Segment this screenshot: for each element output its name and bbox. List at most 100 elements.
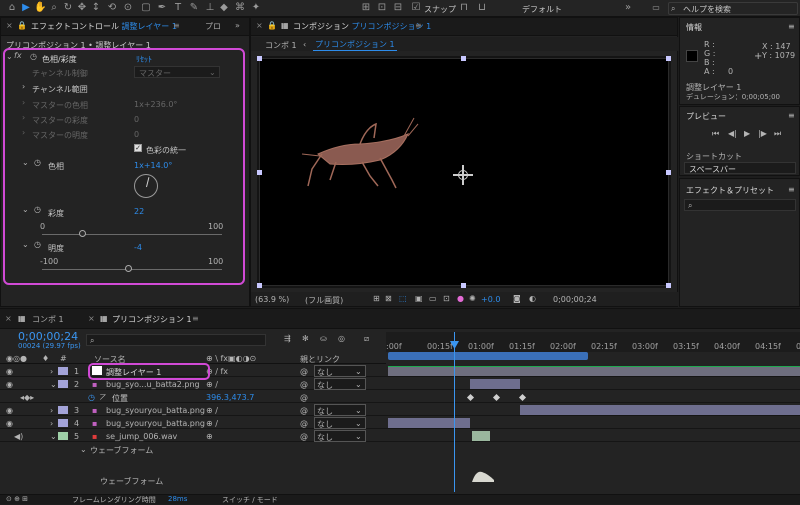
close-tab-icon[interactable]: × [5, 314, 12, 323]
parent-pickwhip-icon[interactable]: @ [300, 432, 308, 441]
layer-row-2[interactable]: ◉ ⌄ 2 ▪ bug_syo...u_batta2.png ⊕ ∕ @ なし ⌄ [0, 378, 800, 390]
layer-bar[interactable] [388, 418, 470, 428]
close-tab-icon[interactable]: × [88, 314, 95, 323]
playhead-line[interactable] [454, 332, 455, 492]
collapse-arrow-icon[interactable]: › [22, 128, 25, 137]
prev-frame-icon[interactable]: ◀| [728, 129, 737, 138]
channel-control-select[interactable]: マスター ⌄ [134, 66, 220, 78]
lightness-value[interactable]: -4 [134, 243, 142, 252]
waveform-group-row[interactable]: ⌄ ウェーブフォーム [0, 443, 386, 455]
label-color-swatch[interactable] [58, 432, 68, 440]
draft3d-icon[interactable]: ✻ [302, 334, 309, 343]
saturation-value[interactable]: 22 [134, 207, 144, 216]
lock-icon[interactable]: 🔒 [17, 21, 27, 30]
parent-select[interactable]: なし ⌄ [314, 404, 366, 416]
parent-pickwhip-icon[interactable]: @ [300, 367, 308, 376]
layer-handle[interactable] [666, 283, 671, 288]
collapse-arrow-icon[interactable]: ⌄ [22, 205, 29, 214]
stopwatch-icon[interactable]: ◷ [34, 158, 41, 167]
expand-arrow-icon[interactable]: ⌄ [50, 432, 57, 441]
tab-precomp1[interactable]: プリコンポジション 1 [112, 314, 192, 325]
shy-icon[interactable]: ⛀ [320, 334, 327, 343]
region-icon[interactable]: ⊞ [373, 294, 380, 303]
close-tab-icon[interactable]: × [256, 21, 263, 30]
lock-icon[interactable]: 🔒 [267, 21, 277, 30]
tab-comp1[interactable]: コンポ 1 [32, 314, 64, 325]
layer-handle[interactable] [461, 283, 466, 288]
expression-pickwhip-icon[interactable]: @ [300, 393, 308, 402]
presets-search-input[interactable]: ⌕ [684, 199, 796, 211]
3d-view-icon[interactable]: ▭ [429, 294, 437, 303]
switches-icons[interactable]: ⊕ ∕ [206, 406, 218, 415]
switches-icons[interactable]: ⊕ ∕ [206, 380, 218, 389]
stopwatch-icon[interactable]: ◷ [34, 205, 41, 214]
pan-tool-icon[interactable]: ✥ [76, 2, 88, 14]
label-color-swatch[interactable] [58, 406, 68, 414]
zoom-tool-icon[interactable]: ⌕ [48, 2, 60, 14]
expand-arrow-icon[interactable]: › [50, 367, 53, 376]
tab-project[interactable]: プロ [205, 21, 221, 32]
show-snapshot-icon[interactable]: ◐ [529, 294, 536, 303]
graph-icon[interactable]: ⦢ [100, 393, 106, 403]
parent-pickwhip-icon[interactable]: @ [300, 406, 308, 415]
collapse-arrow-icon[interactable]: ⌄ [22, 240, 29, 249]
more-workspaces-icon[interactable]: » [622, 2, 634, 14]
comp-viewer-area[interactable] [257, 56, 671, 288]
snap-edges-icon[interactable]: ⊔ [476, 2, 488, 14]
eye-icon[interactable]: ◉ [6, 367, 13, 376]
crumb-comp1[interactable]: コンポ 1 [265, 40, 297, 51]
orbit-tool-icon[interactable]: ↻ [62, 2, 74, 14]
help-search-box[interactable]: ⌕ ヘルプを検索 [668, 2, 798, 15]
parent-pickwhip-icon[interactable]: @ [300, 380, 308, 389]
hand-tool-icon[interactable]: ✋ [34, 2, 46, 14]
audio-speaker-icon[interactable]: ◀) [14, 432, 23, 441]
comp-timecode[interactable]: 0;00;00;24 [553, 295, 597, 304]
shortcut-select[interactable]: スペースバー [684, 162, 796, 174]
puppet-tool-icon[interactable]: ✦ [250, 2, 262, 14]
zoom-select[interactable]: (63.9 %) [255, 295, 289, 304]
layer-name[interactable]: bug_syouryou_batta.png [106, 419, 205, 428]
eye-icon[interactable]: ◉ [6, 380, 13, 389]
layer-name[interactable]: se_jump_006.wav [106, 432, 177, 441]
close-tab-icon[interactable]: × [6, 21, 13, 30]
snapshot-icon[interactable]: ◙ [513, 294, 521, 303]
anchor-tool-icon[interactable]: ⊙ [122, 2, 134, 14]
exposure-value[interactable]: +0.0 [481, 295, 500, 304]
comp-mini-icon[interactable]: ⇶ [284, 334, 291, 343]
parent-select[interactable]: なし ⌄ [314, 365, 366, 377]
workspace-label[interactable]: デフォルト [522, 4, 562, 15]
property-row-position[interactable]: ◂◆▸ ◷ ⦢ 位置 396.3,473.7 @ [0, 391, 800, 403]
fx-icon[interactable]: fx [14, 51, 22, 60]
layer-row-5[interactable]: ◀) ⌄ 5 ▪ se_jump_006.wav ⊕ @ なし ⌄ [0, 430, 800, 442]
exposure-icon[interactable]: ✺ [469, 294, 476, 303]
rotate-tool-icon[interactable]: ⟲ [106, 2, 118, 14]
axis-world-icon[interactable]: ⊡ [376, 2, 388, 14]
parent-select[interactable]: なし ⌄ [314, 417, 366, 429]
footer-icons[interactable]: ⊙ ⊕ ⊞ [6, 495, 28, 503]
tab-composition[interactable]: コンポジション プリコンポジション 1 [293, 21, 431, 32]
collapse-arrow-icon[interactable]: › [22, 82, 25, 91]
layer-handle[interactable] [666, 56, 671, 61]
workspace-menu-icon[interactable]: ▭ [648, 2, 664, 14]
snap-options-icon[interactable]: ⊓ [458, 2, 470, 14]
layer-handle[interactable] [461, 56, 466, 61]
parent-link-header[interactable]: 親とリンク [300, 354, 340, 365]
parent-pickwhip-icon[interactable]: @ [300, 419, 308, 428]
tab-menu-icon[interactable]: ≡ [415, 21, 422, 30]
keyframe[interactable] [466, 393, 475, 402]
mask-icon[interactable]: ⬚ [399, 294, 407, 303]
expand-arrow-icon[interactable]: ⌄ [80, 445, 87, 454]
selection-tool-icon[interactable]: ▶ [20, 2, 32, 14]
expand-arrow-icon[interactable]: › [50, 406, 53, 415]
saturation-slider-track[interactable] [42, 234, 222, 235]
comp-canvas[interactable] [259, 58, 669, 286]
layer-handle[interactable] [257, 283, 262, 288]
saturation-slider-knob[interactable] [78, 230, 86, 237]
lightness-slider-track[interactable] [42, 269, 222, 270]
draft-icon[interactable]: ⊡ [443, 294, 450, 303]
layer-handle[interactable] [257, 56, 262, 61]
clone-tool-icon[interactable]: ⊥ [204, 2, 216, 14]
keyframe[interactable] [492, 393, 501, 402]
collapse-arrow-icon[interactable]: › [22, 113, 25, 122]
layer-bar[interactable] [388, 366, 800, 376]
